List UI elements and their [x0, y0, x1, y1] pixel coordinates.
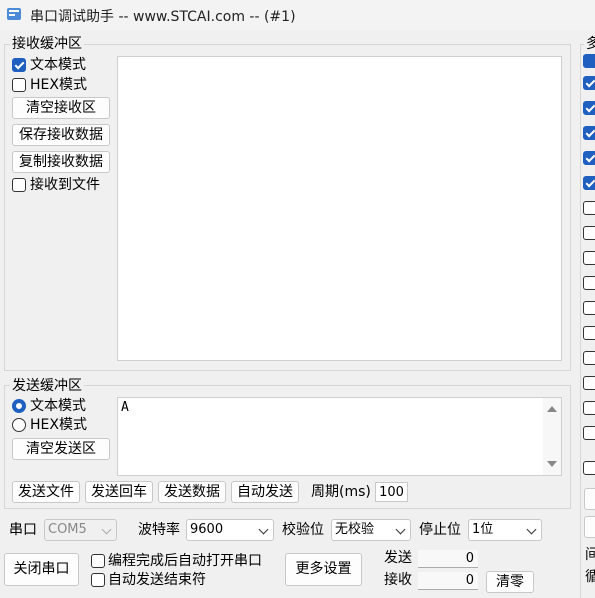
right-option-checkbox[interactable]: [583, 326, 595, 340]
sent-count-label: 发送: [384, 550, 412, 566]
right-field-1[interactable]: [584, 488, 595, 510]
stop-select[interactable]: 1位: [468, 519, 542, 541]
period-input[interactable]: 100: [375, 482, 408, 502]
clear-receive-button[interactable]: 清空接收区: [12, 97, 110, 119]
right-option-checkbox[interactable]: [583, 151, 595, 165]
title-bar: 串口调试助手 -- www.STCAI.com -- (#1): [0, 0, 595, 30]
save-receive-button[interactable]: 保存接收数据: [12, 124, 110, 146]
port-select-value: COM5: [48, 522, 87, 537]
chevron-down-icon: [395, 524, 406, 535]
send-file-button[interactable]: 发送文件: [12, 481, 80, 503]
port-select[interactable]: COM5: [44, 519, 117, 541]
send-textarea[interactable]: A: [117, 397, 562, 476]
right-option-checkbox[interactable]: [583, 426, 595, 440]
send-text-content: A: [121, 400, 129, 415]
copy-receive-button[interactable]: 复制接收数据: [12, 151, 110, 173]
baud-select-value: 9600: [190, 522, 224, 537]
right-option-checkbox[interactable]: [583, 101, 595, 115]
close-port-button[interactable]: 关闭串口: [4, 553, 79, 586]
app-icon: [7, 8, 21, 20]
period-label: 周期(ms): [311, 484, 371, 500]
chevron-down-icon: [101, 524, 112, 535]
right-option-checkbox[interactable]: [583, 176, 595, 190]
right-option-checkbox[interactable]: [583, 401, 595, 415]
right-bottom-text-1: 间: [585, 547, 595, 563]
stop-label: 停止位: [419, 522, 461, 538]
clear-count-button[interactable]: 清零: [486, 571, 534, 593]
receive-textarea[interactable]: [117, 56, 562, 361]
receive-hex-mode-label[interactable]: HEX模式: [30, 76, 87, 94]
auto-send-button[interactable]: 自动发送: [231, 481, 299, 503]
right-first-item[interactable]: [583, 54, 595, 68]
baud-select[interactable]: 9600: [186, 519, 274, 541]
scroll-down-icon[interactable]: [547, 461, 557, 467]
recv-count-label: 接收: [384, 572, 412, 588]
right-option-checkbox[interactable]: [583, 76, 595, 90]
right-field-2[interactable]: [584, 516, 595, 538]
scroll-up-icon[interactable]: [547, 406, 557, 412]
right-option-checkbox[interactable]: [583, 351, 595, 365]
right-option-checkbox[interactable]: [583, 461, 595, 475]
clear-send-button[interactable]: 清空发送区: [12, 438, 110, 460]
window-title: 串口调试助手 -- www.STCAI.com -- (#1): [30, 9, 296, 25]
send-data-button[interactable]: 发送数据: [158, 481, 226, 503]
receive-text-mode-label[interactable]: 文本模式: [30, 56, 86, 74]
receive-text-mode-checkbox[interactable]: [12, 58, 26, 72]
receive-to-file-checkbox[interactable]: [12, 178, 26, 192]
auto-open-label[interactable]: 编程完成后自动打开串口: [108, 552, 262, 570]
parity-label: 校验位: [282, 522, 324, 538]
chevron-down-icon: [258, 524, 269, 535]
recv-count-value: 0: [418, 572, 478, 590]
auto-send-end-checkbox[interactable]: [91, 573, 105, 587]
right-bottom-text-2: 循: [585, 569, 595, 585]
stop-select-value: 1位: [472, 522, 494, 537]
send-hex-mode-label[interactable]: HEX模式: [30, 416, 87, 434]
parity-select-value: 无校验: [335, 522, 375, 537]
send-enter-button[interactable]: 发送回车: [85, 481, 153, 503]
send-group-label: 发送缓冲区: [10, 378, 84, 394]
baud-label: 波特率: [138, 522, 180, 538]
receive-hex-mode-checkbox[interactable]: [12, 78, 26, 92]
send-scrollbar[interactable]: [543, 398, 561, 475]
right-option-checkbox[interactable]: [583, 126, 595, 140]
send-text-mode-radio[interactable]: [12, 399, 26, 413]
receive-to-file-label[interactable]: 接收到文件: [30, 176, 100, 194]
right-option-checkbox[interactable]: [583, 251, 595, 265]
auto-send-end-label[interactable]: 自动发送结束符: [108, 571, 206, 589]
right-option-checkbox[interactable]: [583, 201, 595, 215]
right-panel: 多 间 循: [578, 30, 595, 598]
right-option-checkbox[interactable]: [583, 301, 595, 315]
sent-count-value: 0: [418, 550, 478, 568]
send-hex-mode-radio[interactable]: [12, 418, 26, 432]
send-text-mode-label[interactable]: 文本模式: [30, 397, 86, 415]
parity-select[interactable]: 无校验: [331, 519, 411, 541]
port-label: 串口: [9, 522, 37, 538]
chevron-down-icon: [526, 524, 537, 535]
right-option-checkbox[interactable]: [583, 226, 595, 240]
more-settings-button[interactable]: 更多设置: [285, 553, 362, 586]
auto-open-checkbox[interactable]: [91, 554, 105, 568]
receive-group-label: 接收缓冲区: [10, 36, 84, 52]
right-option-checkbox[interactable]: [583, 376, 595, 390]
right-group-label: 多: [584, 36, 595, 52]
right-option-checkbox[interactable]: [583, 276, 595, 290]
